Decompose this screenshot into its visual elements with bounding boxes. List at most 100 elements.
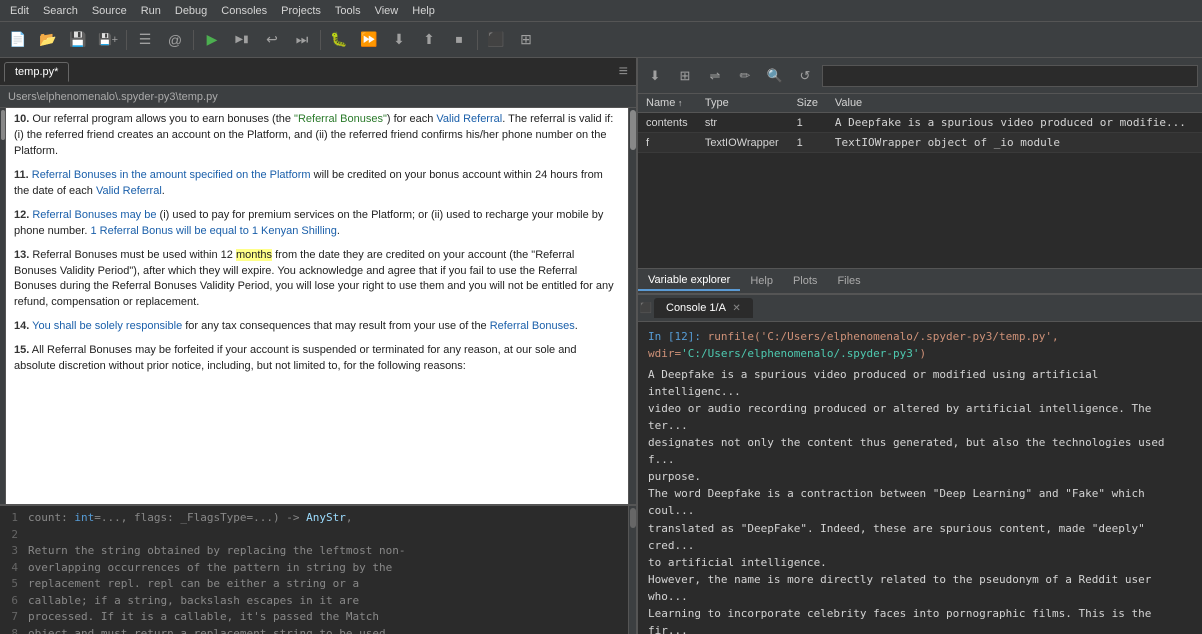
para-num-14: 14.	[14, 320, 29, 332]
panel-tab-files[interactable]: Files	[827, 272, 870, 290]
code-line-2	[28, 527, 620, 544]
menu-debug[interactable]: Debug	[169, 3, 213, 19]
out-line-7: to artificial intelligence.	[648, 554, 1192, 571]
new-file-btn[interactable]: 📄	[4, 26, 32, 54]
run-btn[interactable]: ▶	[198, 26, 226, 54]
filepath-bar: Users\elphenomenalo\.spyder-py3\temp.py	[0, 86, 636, 108]
run-selection-btn[interactable]: ↩	[258, 26, 286, 54]
console-in-12: In [12]: runfile('C:/Users/elphenomenalo…	[648, 328, 1192, 362]
sep4	[477, 30, 478, 50]
code-text[interactable]: count: int=..., flags: _FlagsType=...) -…	[20, 506, 628, 634]
panel-tabs: Variable explorer Help Plots Files	[638, 268, 1202, 294]
doc-paragraph-15: 15. All Referral Bonuses may be forfeite…	[14, 343, 620, 375]
console-tab-close[interactable]: ✕	[732, 303, 740, 314]
var-row-f[interactable]: f TextIOWrapper 1 TextIOWrapper object o…	[638, 133, 1202, 153]
menu-source[interactable]: Source	[86, 3, 133, 19]
run-cell-btn[interactable]: ▶▮	[228, 26, 256, 54]
continue-btn[interactable]: ⏹	[445, 26, 473, 54]
refresh-btn[interactable]: ↺	[792, 63, 818, 89]
download-btn[interactable]: ⬇	[642, 63, 668, 89]
var-name-contents: contents	[638, 113, 697, 133]
para-num-11: 11.	[14, 169, 29, 181]
para-text-11: Referral Bonuses in the amount specified…	[14, 169, 603, 197]
menu-edit[interactable]: Edit	[4, 3, 35, 19]
para-num-12: 12.	[14, 209, 29, 221]
col-name[interactable]: Name	[638, 94, 697, 113]
var-value-contents: A Deepfake is a spurious video produced …	[827, 113, 1202, 133]
transfer-btn[interactable]: ⇌	[702, 63, 728, 89]
editor-panel: temp.py* ≡ Users\elphenomenalo\.spyder-p…	[0, 58, 638, 634]
out-line-3: designates not only the content thus gen…	[648, 434, 1192, 468]
code-line-7: processed. If it is a callable, it's pas…	[28, 609, 620, 626]
out-line-5: The word Deepfake is a contraction betwe…	[648, 485, 1192, 519]
console-output[interactable]: In [12]: runfile('C:/Users/elphenomenalo…	[638, 322, 1202, 634]
variable-explorer-section: Name Type Size Value contents str 1 A De…	[638, 94, 1202, 294]
para-text-15: All Referral Bonuses may be forfeited if…	[14, 344, 577, 372]
document-content[interactable]: 10. Our referral program allows you to e…	[6, 108, 628, 504]
run-next-btn[interactable]: ⏭	[288, 26, 316, 54]
doc-paragraph-11: 11. Referral Bonuses in the amount speci…	[14, 168, 620, 200]
para-text-13: Referral Bonuses must be used within 12 …	[14, 249, 614, 309]
col-type[interactable]: Type	[697, 94, 789, 113]
open-file-btn[interactable]: 📂	[34, 26, 62, 54]
outline-btn[interactable]: ☰	[131, 26, 159, 54]
menu-tools[interactable]: Tools	[329, 3, 367, 19]
panel-tab-varexplorer[interactable]: Variable explorer	[638, 271, 740, 291]
console-prompt-12: In [12]:	[648, 330, 708, 343]
filetab-more-btn[interactable]: ≡	[615, 63, 632, 81]
out-line-4: purpose.	[648, 468, 1192, 485]
menu-search[interactable]: Search	[37, 3, 84, 19]
menu-view[interactable]: View	[369, 3, 405, 19]
save-file-btn[interactable]: 💾	[64, 26, 92, 54]
search-btn[interactable]: 🔍	[762, 63, 788, 89]
menu-help[interactable]: Help	[406, 3, 441, 19]
grid-btn[interactable]: ⊞	[672, 63, 698, 89]
at-btn[interactable]: @	[161, 26, 189, 54]
console-code-12: runfile('C:/Users/elphenomenalo/.spyder-…	[648, 330, 1059, 360]
var-type-f: TextIOWrapper	[697, 133, 789, 153]
var-name-f: f	[638, 133, 697, 153]
maximize-btn[interactable]: ⊞	[512, 26, 540, 54]
doc-paragraph-13: 13. Referral Bonuses must be used within…	[14, 248, 620, 312]
console-tabs: ⬛ Console 1/A ✕	[638, 294, 1202, 322]
toolbar: 📄 📂 💾 💾+ ☰ @ ▶ ▶▮ ↩ ⏭ 🐛 ⏩ ⬇ ⬆ ⏹ ⬛ ⊞	[0, 22, 1202, 58]
col-value[interactable]: Value	[827, 94, 1202, 113]
path-input[interactable]: C:\Users\elphenomenalo\.spyder-py3	[822, 65, 1198, 87]
pencil-btn[interactable]: ✏	[732, 63, 758, 89]
para-text-10: Our referral program allows you to earn …	[14, 113, 613, 157]
var-value-f: TextIOWrapper object of _io module	[827, 133, 1202, 153]
out-line-9: Learning to incorporate celebrity faces …	[648, 605, 1192, 634]
col-size[interactable]: Size	[789, 94, 827, 113]
console-tab-1[interactable]: Console 1/A ✕	[654, 298, 753, 318]
debug-btn[interactable]: 🐛	[325, 26, 353, 54]
step-into-btn[interactable]: ⬇	[385, 26, 413, 54]
variable-explorer: Name Type Size Value contents str 1 A De…	[638, 94, 1202, 268]
file-tab-temp-py[interactable]: temp.py*	[4, 62, 69, 82]
stop-btn[interactable]: ⬛	[482, 26, 510, 54]
var-size-contents: 1	[789, 113, 827, 133]
code-line-5: replacement repl. repl can be either a s…	[28, 576, 620, 593]
console-output-text: A Deepfake is a spurious video produced …	[648, 366, 1192, 634]
panel-tab-plots[interactable]: Plots	[783, 272, 827, 290]
para-num-13: 13.	[14, 249, 29, 261]
out-line-1: A Deepfake is a spurious video produced …	[648, 366, 1192, 400]
variable-table: Name Type Size Value contents str 1 A De…	[638, 94, 1202, 153]
menubar: Edit Search Source Run Debug Consoles Pr…	[0, 0, 1202, 22]
code-line-4: overlapping occurrences of the pattern i…	[28, 560, 620, 577]
doc-paragraph-14: 14. You shall be solely responsible for …	[14, 319, 620, 335]
para-num-15: 15.	[14, 344, 29, 356]
menu-projects[interactable]: Projects	[275, 3, 327, 19]
code-area: 12345678 count: int=..., flags: _FlagsTy…	[0, 504, 636, 634]
var-size-f: 1	[789, 133, 827, 153]
code-line-3: Return the string obtained by replacing …	[28, 543, 620, 560]
filepath-text: Users\elphenomenalo\.spyder-py3\temp.py	[8, 91, 218, 103]
var-row-contents[interactable]: contents str 1 A Deepfake is a spurious …	[638, 113, 1202, 133]
panel-tab-help[interactable]: Help	[740, 272, 783, 290]
step-out-btn[interactable]: ⬆	[415, 26, 443, 54]
menu-run[interactable]: Run	[135, 3, 167, 19]
out-line-2: video or audio recording produced or alt…	[648, 400, 1192, 434]
code-scroll: 12345678 count: int=..., flags: _FlagsTy…	[0, 506, 636, 634]
save-all-btn[interactable]: 💾+	[94, 26, 122, 54]
menu-consoles[interactable]: Consoles	[215, 3, 273, 19]
step-btn[interactable]: ⏩	[355, 26, 383, 54]
